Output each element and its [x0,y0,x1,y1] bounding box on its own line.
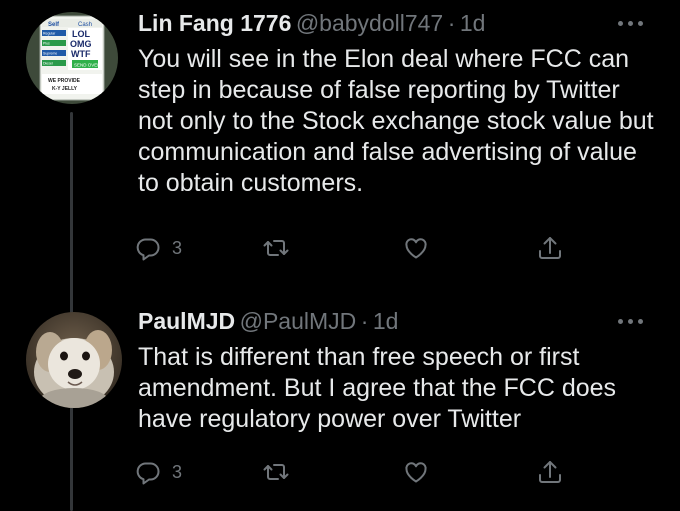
heart-icon [405,238,427,259]
tweet-header: Lin Fang 1776 @babydoll747 · 1d [138,10,650,44]
tweet-actions: 3 [134,452,574,492]
svg-text:SEND OVER: SEND OVER [74,63,101,68]
tweet[interactable]: PaulMJD @PaulMJD · 1d That is different … [0,300,680,511]
reply-button[interactable]: 3 [134,452,182,492]
separator: · [447,10,456,36]
tweet[interactable]: Self Cash Regular Plus Supreme Diesel LO… [0,0,680,300]
share-icon [539,461,561,483]
svg-text:WTF: WTF [71,49,91,59]
svg-text:Supreme: Supreme [43,52,57,56]
svg-text:Plus: Plus [43,42,50,46]
retweet-button[interactable] [262,452,290,492]
timestamp[interactable]: 1d [460,10,486,36]
share-button[interactable] [536,452,564,492]
like-button[interactable] [402,228,430,268]
author-name[interactable]: Lin Fang 1776 [138,10,291,36]
retweet-button[interactable] [262,228,290,268]
avatar[interactable] [26,312,122,408]
tweet-text: That is different than free speech or fi… [138,343,617,433]
gas-sign-avatar-image: Self Cash Regular Plus Supreme Diesel LO… [26,12,118,104]
like-button[interactable] [402,452,430,492]
author-handle[interactable]: @babydoll747 [296,10,443,36]
tweet-actions: 3 [134,228,574,268]
retweet-icon [263,464,289,480]
reply-icon [136,238,160,261]
svg-text:LOL: LOL [72,29,90,39]
reply-icon [136,462,160,485]
svg-text:WE PROVIDE: WE PROVIDE [48,78,81,84]
reply-button[interactable]: 3 [134,228,182,268]
timestamp[interactable]: 1d [373,308,399,334]
more-icon[interactable] [610,306,650,336]
svg-text:Regular: Regular [43,32,56,36]
svg-text:Self: Self [48,22,60,28]
separator: · [360,308,369,334]
share-button[interactable] [536,228,564,268]
tweet-header: PaulMJD @PaulMJD · 1d [138,308,650,342]
svg-text:K-Y JELLY: K-Y JELLY [52,86,78,92]
svg-text:OMG: OMG [70,39,92,49]
reply-count: 3 [172,461,183,482]
dog-avatar-image [26,312,122,408]
share-icon [539,237,561,259]
heart-icon [405,462,427,483]
author-handle[interactable]: @PaulMJD [240,308,357,334]
author-name[interactable]: PaulMJD [138,308,235,334]
svg-text:Cash: Cash [78,22,92,28]
avatar[interactable]: Self Cash Regular Plus Supreme Diesel LO… [26,12,118,104]
reply-count: 3 [172,237,183,258]
svg-text:Diesel: Diesel [43,62,53,66]
tweet-text: You will see in the Elon deal where FCC … [138,45,654,197]
retweet-icon [263,240,289,256]
more-icon[interactable] [610,8,650,38]
